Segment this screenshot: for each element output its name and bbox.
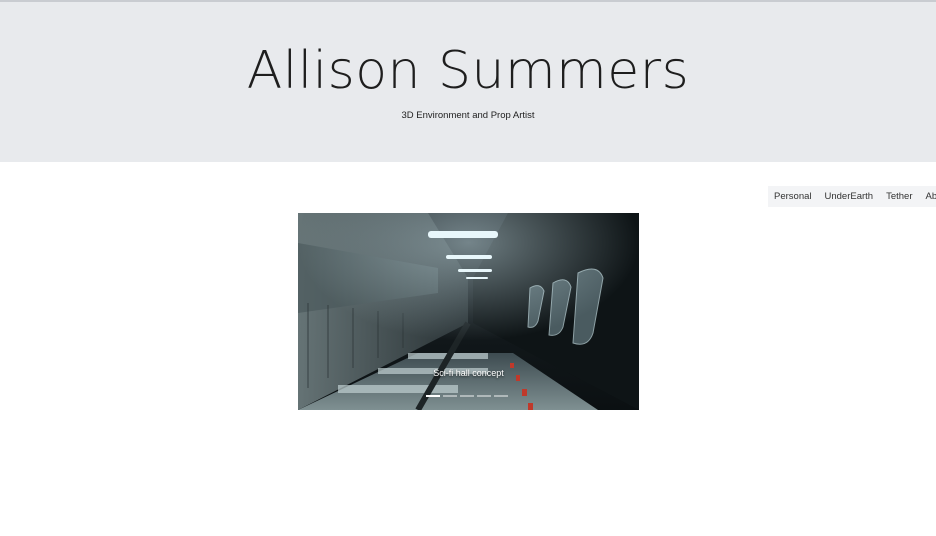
site-title: Allison Summers — [246, 41, 690, 101]
carousel-indicator-2[interactable] — [443, 395, 457, 397]
nav-item-personal[interactable]: Personal — [774, 191, 812, 202]
carousel-indicators — [426, 395, 508, 397]
nav-item-underearth[interactable]: UnderEarth — [825, 191, 874, 202]
main-nav: Personal UnderEarth Tether About — [768, 186, 936, 207]
site-header: Allison Summers 3D Environment and Prop … — [0, 2, 936, 162]
carousel-caption: Sci-fi hall concept — [433, 368, 504, 378]
site-subtitle: 3D Environment and Prop Artist — [401, 110, 535, 121]
nav-item-about[interactable]: About — [926, 191, 936, 202]
carousel-indicator-4[interactable] — [477, 395, 491, 397]
sci-fi-hall-image — [298, 213, 639, 410]
carousel-indicator-3[interactable] — [460, 395, 474, 397]
carousel-indicator-1[interactable] — [426, 395, 440, 397]
nav-item-tether[interactable]: Tether — [886, 191, 912, 202]
carousel-indicator-5[interactable] — [494, 395, 508, 397]
image-carousel[interactable]: Sci-fi hall concept — [298, 213, 639, 410]
